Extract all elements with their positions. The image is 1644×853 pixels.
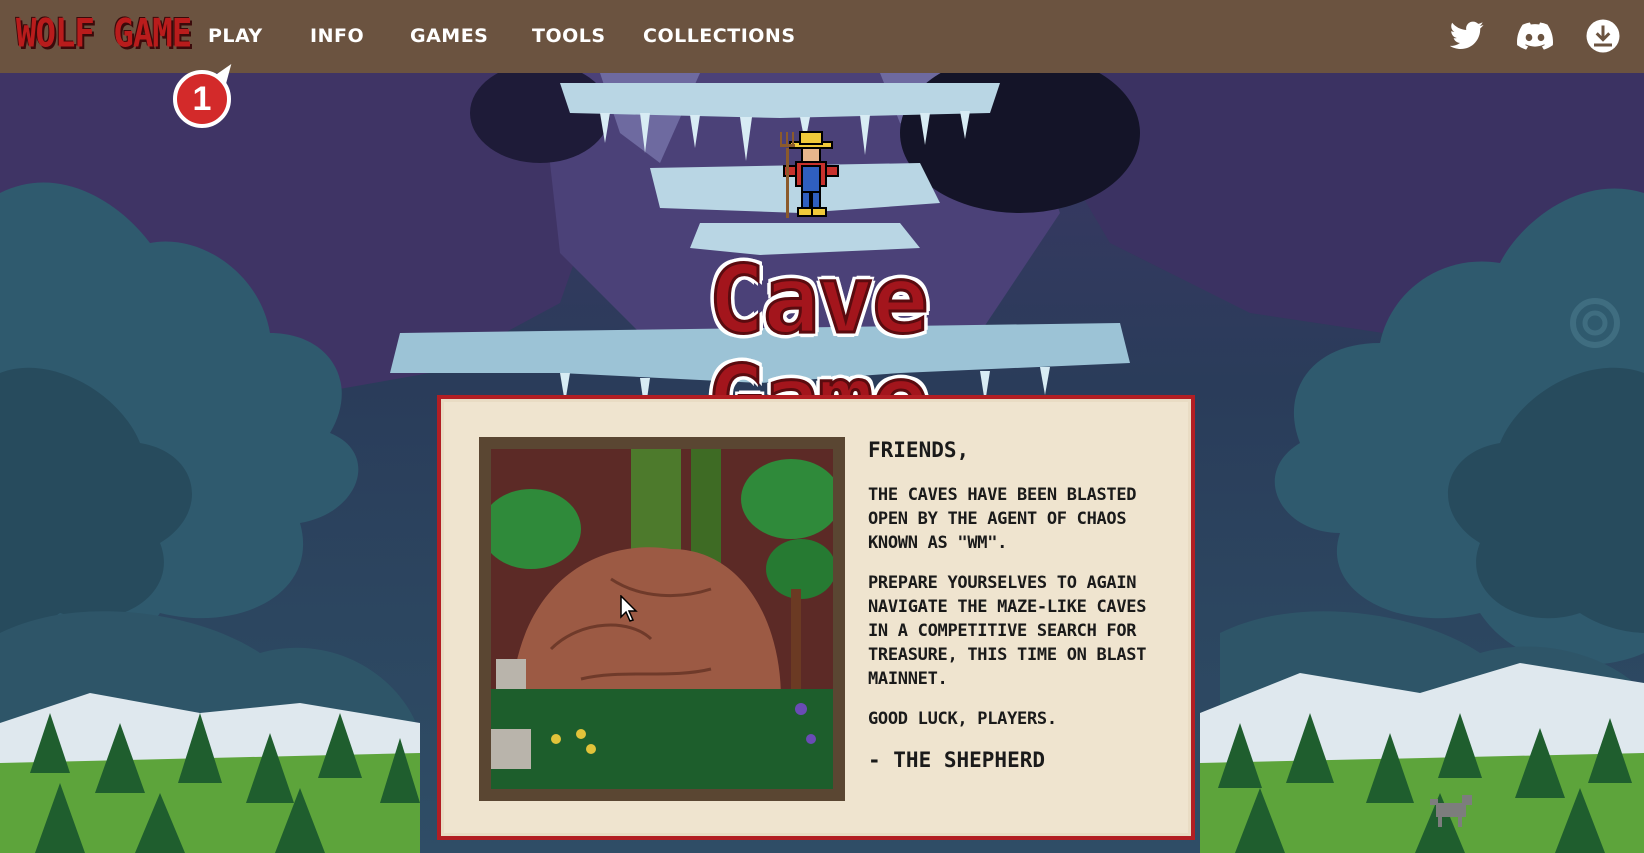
step-number: 1 [173, 70, 231, 128]
nav-games-link[interactable]: GAMES [410, 24, 488, 48]
download-icon[interactable] [1585, 18, 1621, 54]
nav-tools-link[interactable]: TOOLS [532, 24, 606, 48]
letter-paragraph-2: PREPARE YOURSELVES TO AGAIN NAVIGATE THE… [868, 573, 1147, 689]
top-navbar: WOLF GAME PLAY INFO GAMES TOOLS COLLECTI… [0, 0, 1644, 73]
announcement-panel: FRIENDS, THE CAVES HAVE BEEN BLASTED OPE… [437, 395, 1195, 840]
letter-paragraph-3: GOOD LUCK, PLAYERS. [868, 709, 1057, 729]
wolf-game-logo[interactable]: WOLF GAME [16, 11, 192, 57]
step-annotation-marker: 1 [169, 59, 238, 132]
cave-game-title: Cave Game [707, 246, 930, 452]
discord-icon[interactable] [1517, 18, 1554, 54]
letter-text: FRIENDS, THE CAVES HAVE BEEN BLASTED OPE… [868, 437, 1168, 773]
letter-signature: - THE SHEPHERD [868, 748, 1046, 772]
cave-entrance-illustration [491, 449, 833, 789]
mouse-cursor-icon [620, 594, 640, 627]
twitter-icon[interactable] [1449, 18, 1485, 54]
nav-collections-link[interactable]: COLLECTIONS [643, 24, 796, 48]
nav-play-link[interactable]: PLAY [208, 24, 263, 48]
letter-greeting: FRIENDS, [868, 438, 970, 462]
letter-paragraph-1: THE CAVES HAVE BEEN BLASTED OPEN BY THE … [868, 485, 1137, 553]
nav-info-link[interactable]: INFO [310, 24, 364, 48]
cave-image-frame [479, 437, 845, 801]
